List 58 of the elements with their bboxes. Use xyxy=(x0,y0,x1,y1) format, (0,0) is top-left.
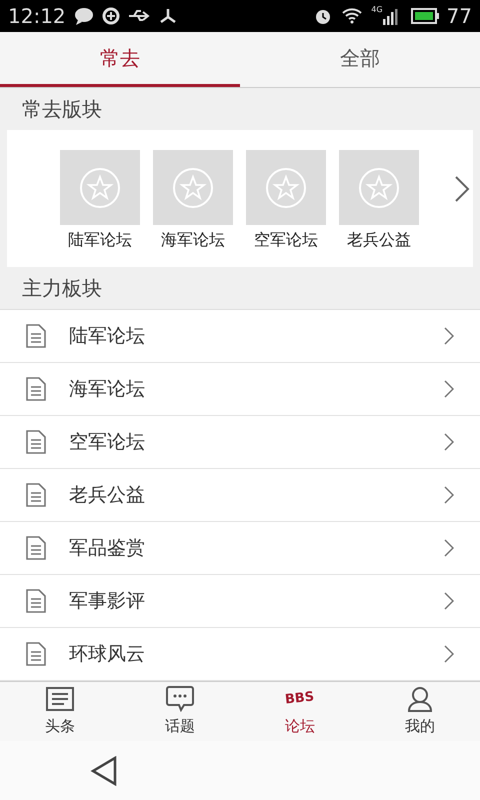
chevron-right-icon xyxy=(444,486,454,504)
chat-bubble-icon xyxy=(74,7,94,25)
document-icon xyxy=(26,642,46,666)
chat-icon xyxy=(166,686,194,712)
forum-label: 老兵公益 xyxy=(347,229,411,251)
chevron-right-icon xyxy=(444,380,454,398)
chevron-right-icon xyxy=(444,592,454,610)
forum-name: 老兵公益 xyxy=(69,482,146,508)
chevron-right-icon[interactable] xyxy=(454,175,470,203)
back-icon[interactable] xyxy=(90,756,118,786)
tab[interactable]: 全部 xyxy=(240,32,480,87)
forum-row[interactable]: 空军论坛 xyxy=(0,416,480,469)
network-label: 4G xyxy=(371,6,383,14)
forum-tile[interactable] xyxy=(60,150,140,225)
forum-row[interactable]: 军品鉴赏 xyxy=(0,522,480,575)
document-icon xyxy=(26,589,46,613)
forum-label: 空军论坛 xyxy=(254,229,318,251)
news-icon xyxy=(46,686,74,710)
forum-row[interactable]: 陆军论坛 xyxy=(0,310,480,363)
nav-tab[interactable]: BBS 论坛 xyxy=(240,682,360,741)
chevron-right-icon xyxy=(444,327,454,345)
document-icon xyxy=(26,483,46,507)
forum-tile[interactable] xyxy=(246,150,326,225)
share-icon xyxy=(158,7,178,25)
chevron-right-icon xyxy=(444,539,454,557)
forum-label: 陆军论坛 xyxy=(68,229,132,251)
section-header: 常去版块 xyxy=(21,96,103,123)
chevron-right-icon xyxy=(444,433,454,451)
document-icon xyxy=(26,536,46,560)
forum-name: 军品鉴赏 xyxy=(69,536,146,561)
battery-icon xyxy=(410,8,439,24)
forum-name: 环球风云 xyxy=(69,642,146,667)
forum-label: 海军论坛 xyxy=(161,229,225,251)
forum-tile[interactable] xyxy=(339,150,419,225)
document-icon xyxy=(26,430,46,454)
nav-tab[interactable]: 我的 xyxy=(360,682,480,741)
chevron-right-icon xyxy=(444,645,454,663)
forum-name: 陆军论坛 xyxy=(69,324,146,349)
nav-tab[interactable]: 话题 xyxy=(120,682,240,741)
wifi-icon xyxy=(341,7,364,25)
person-icon xyxy=(407,686,433,712)
bbs-icon: BBS xyxy=(284,690,316,706)
forum-tile[interactable] xyxy=(153,150,233,225)
signal-icon xyxy=(382,7,399,25)
nav-tab[interactable]: 头条 xyxy=(0,682,120,741)
forum-row[interactable]: 海军论坛 xyxy=(0,363,480,416)
forum-row[interactable]: 环球风云 xyxy=(0,628,480,681)
clock-time: 12:12 xyxy=(8,3,66,30)
document-icon xyxy=(26,377,46,401)
forum-name: 军事影评 xyxy=(69,588,146,614)
forum-name: 海军论坛 xyxy=(69,376,146,402)
usb-icon xyxy=(128,9,150,23)
document-icon xyxy=(26,324,46,348)
tab[interactable]: 常去 xyxy=(0,32,240,87)
forum-name: 空军论坛 xyxy=(69,430,146,455)
forum-row[interactable]: 军事影评 xyxy=(0,575,480,628)
forum-row[interactable]: 老兵公益 xyxy=(0,469,480,522)
battery-level: 77 xyxy=(446,3,472,30)
